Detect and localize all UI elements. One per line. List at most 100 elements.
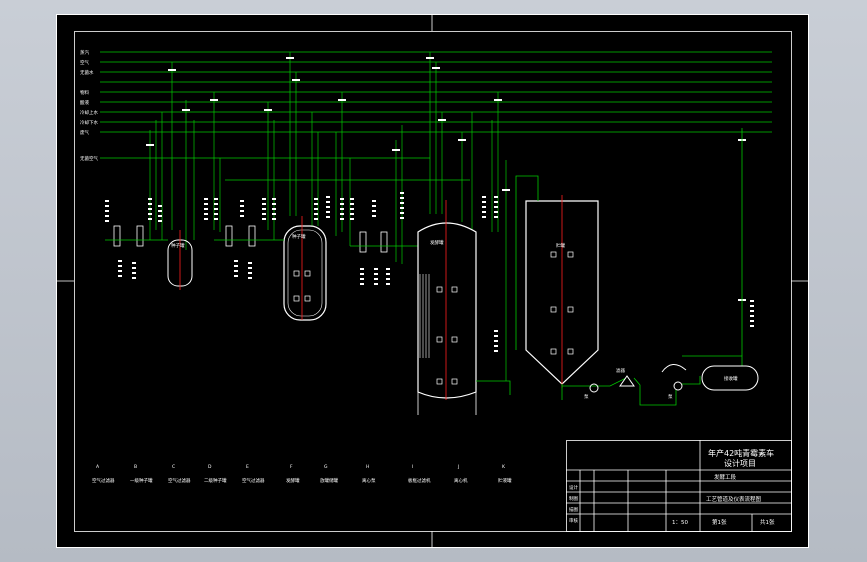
instrument-tag xyxy=(372,210,376,212)
instrument-tag xyxy=(314,198,318,200)
instrument-tag xyxy=(374,278,378,280)
instrument-tag xyxy=(400,197,404,199)
instrument-tag xyxy=(494,196,498,198)
instrument-tag xyxy=(494,216,498,218)
valve-marker xyxy=(292,79,300,81)
instrument-tag xyxy=(118,270,122,272)
instrument-tag xyxy=(214,213,218,215)
instrument-tag xyxy=(494,330,498,332)
pump-1-label: 泵 xyxy=(584,394,589,400)
instrument-tag xyxy=(240,215,244,217)
instrument-tag xyxy=(350,218,354,220)
instrument-tag xyxy=(105,210,109,212)
legend-name: 发酵罐 xyxy=(286,477,300,484)
cad-viewport[interactable]: 蒸汽 空气 无菌水 物料 酸液 冷却上水 冷却下水 废气 无菌空气 种子罐 种子罐 xyxy=(0,0,867,562)
instrument-tag xyxy=(262,213,266,215)
instrument-tag xyxy=(386,283,390,285)
storage-tank-label: 贮罐 xyxy=(556,242,565,249)
instrument-tag xyxy=(750,310,754,312)
pipeline-label: 空气 xyxy=(80,59,89,66)
instrument-tag xyxy=(314,213,318,215)
instrument-tag xyxy=(482,211,486,213)
instrument-tag xyxy=(118,265,122,267)
instrument-tag xyxy=(158,205,162,207)
instrument-tag xyxy=(350,203,354,205)
instrument-tag xyxy=(214,208,218,210)
instrument-tag xyxy=(350,208,354,210)
instrument-tag xyxy=(272,208,276,210)
instrument-tag xyxy=(105,205,109,207)
valve-marker xyxy=(210,99,218,101)
pipeline-label: 废气 xyxy=(80,129,89,136)
valve-marker xyxy=(438,119,446,121)
instrument-tag xyxy=(248,272,252,274)
instrument-tag xyxy=(105,200,109,202)
instrument-tag xyxy=(350,213,354,215)
legend-name: 离心泵 xyxy=(362,477,376,484)
instrument-tag xyxy=(482,196,486,198)
legend-code: E xyxy=(246,464,249,470)
valve-marker xyxy=(264,109,272,111)
instrument-tag xyxy=(340,203,344,205)
total-label: 共1张 xyxy=(760,518,775,526)
instrument-tag xyxy=(750,305,754,307)
instrument-tag xyxy=(350,198,354,200)
side-air-label: 无菌空气 xyxy=(80,155,98,162)
instrument-tag xyxy=(240,200,244,202)
sheet-label: 第1张 xyxy=(712,518,727,526)
instrument-tag xyxy=(272,203,276,205)
instrument-tag xyxy=(132,277,136,279)
instrument-tag xyxy=(148,198,152,200)
instrument-tag xyxy=(204,208,208,210)
project-title-2: 设计项目 xyxy=(724,458,756,468)
instrument-tag xyxy=(482,201,486,203)
valve-marker xyxy=(432,67,440,69)
instrument-tag xyxy=(360,278,364,280)
instrument-tag xyxy=(118,275,122,277)
instrument-tag xyxy=(326,206,330,208)
pipeline-label: 冷却上水 xyxy=(80,109,98,116)
instrument-tag xyxy=(494,206,498,208)
receiver-label: 接收罐 xyxy=(724,375,738,382)
valve-marker xyxy=(338,99,346,101)
valve-marker xyxy=(392,149,400,151)
title-block-row-label: 描图 xyxy=(569,506,578,513)
instrument-tag xyxy=(105,220,109,222)
legend-code: G xyxy=(324,464,328,470)
instrument-tag xyxy=(234,275,238,277)
instrument-tag xyxy=(314,218,318,220)
instrument-tag xyxy=(482,206,486,208)
instrument-tag xyxy=(326,201,330,203)
legend-name: 离心机 xyxy=(454,477,468,484)
instrument-tag xyxy=(400,217,404,219)
instrument-tag xyxy=(400,212,404,214)
instrument-tag xyxy=(360,273,364,275)
instrument-tag xyxy=(148,213,152,215)
legend-name: 空气过滤器 xyxy=(92,477,115,484)
instrument-tag xyxy=(374,268,378,270)
valve-marker xyxy=(168,69,176,71)
scale-label: 1：50 xyxy=(672,520,688,526)
instrument-tag xyxy=(132,267,136,269)
instrument-tag xyxy=(326,211,330,213)
valve-marker xyxy=(458,139,466,141)
legend-name: 板框过滤机 xyxy=(408,477,431,484)
legend-code: F xyxy=(290,464,293,470)
legend-name: 空气过滤器 xyxy=(168,477,191,484)
instrument-tag xyxy=(132,262,136,264)
instrument-tag xyxy=(386,268,390,270)
instrument-tag xyxy=(494,211,498,213)
seed-tank-2-label: 种子罐 xyxy=(292,233,306,240)
drawing-name: 工艺管道及仪表流程图 xyxy=(706,495,762,503)
instrument-tag xyxy=(314,203,318,205)
instrument-tag xyxy=(105,215,109,217)
instrument-tag xyxy=(158,220,162,222)
instrument-tag xyxy=(158,210,162,212)
filter-label: 滤器 xyxy=(616,367,625,374)
title-block-row-label: 审核 xyxy=(569,517,578,524)
legend-code: C xyxy=(172,464,175,470)
instrument-tag xyxy=(272,218,276,220)
instrument-tag xyxy=(326,196,330,198)
legend-code: D xyxy=(208,464,212,470)
valve-marker xyxy=(146,144,154,146)
